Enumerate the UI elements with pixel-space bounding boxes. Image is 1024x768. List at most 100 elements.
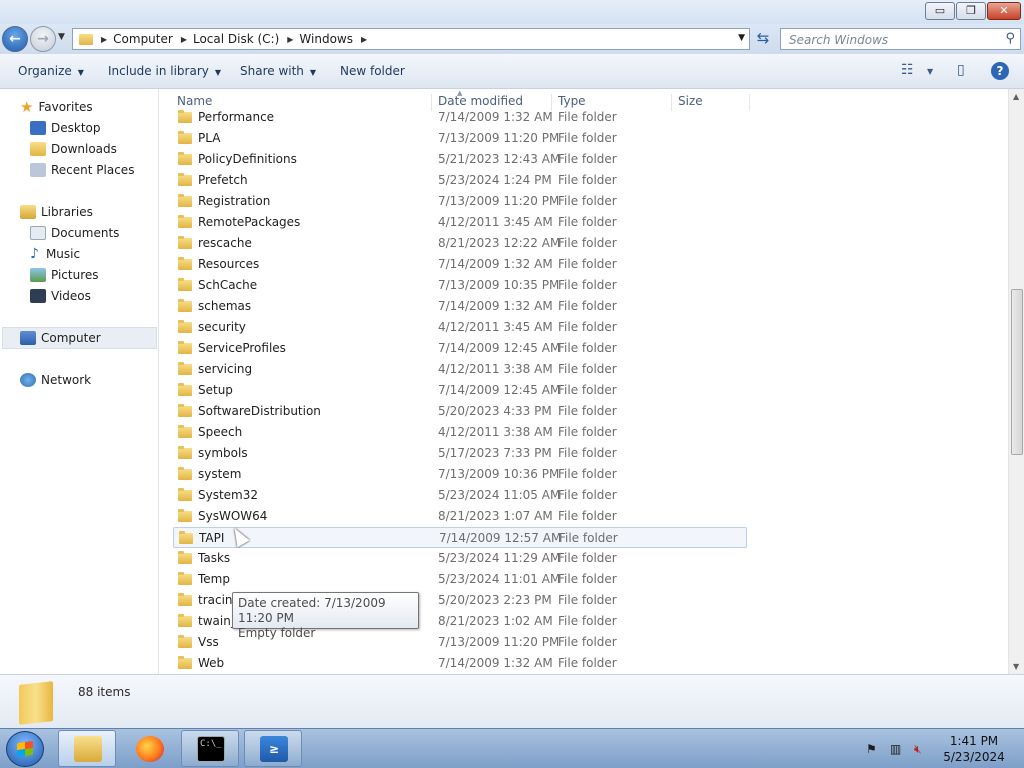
file-row[interactable]: servicing 4/12/2011 3:38 AM File folder bbox=[173, 359, 747, 380]
action-center-flag-icon[interactable]: ⚑ bbox=[866, 742, 877, 756]
file-row[interactable]: SoftwareDistribution 5/20/2023 4:33 PM Fil… bbox=[173, 401, 747, 422]
file-type: File folder bbox=[558, 173, 617, 187]
file-row[interactable]: SysWOW64 8/21/2023 1:07 AM File folder bbox=[173, 506, 747, 527]
address-dropdown-icon[interactable]: ▼ bbox=[738, 33, 745, 43]
file-row[interactable]: Registration 7/13/2009 11:20 PM File folde… bbox=[173, 191, 747, 212]
file-row[interactable]: ServiceProfiles 7/14/2009 12:45 AM File fo… bbox=[173, 338, 747, 359]
scroll-up-icon[interactable]: ▲ bbox=[1013, 92, 1019, 101]
file-row[interactable]: PLA 7/13/2009 11:20 PM File folder bbox=[173, 128, 747, 149]
include-in-library-button[interactable]: Include in library ▼ bbox=[108, 64, 221, 78]
preview-pane-button[interactable]: ▯ bbox=[957, 62, 965, 78]
nav-network[interactable]: Network bbox=[20, 370, 91, 390]
recent-pages-dropdown[interactable]: ▼ bbox=[58, 32, 65, 42]
search-icon[interactable]: ⚲ bbox=[1005, 31, 1015, 46]
file-row[interactable]: PolicyDefinitions 5/21/2023 12:43 AM File … bbox=[173, 149, 747, 170]
volume-muted-icon[interactable]: 🔇︎ bbox=[914, 742, 922, 757]
system-clock[interactable]: 1:41 PM 5/23/2024 bbox=[936, 733, 1012, 765]
nav-item-videos[interactable]: Videos bbox=[30, 286, 91, 306]
file-type: File folder bbox=[558, 404, 617, 418]
breadcrumb-arrow-icon[interactable]: ▶ bbox=[287, 35, 293, 44]
file-row[interactable]: symbols 5/17/2023 7:33 PM File folder bbox=[173, 443, 747, 464]
change-view-button[interactable]: ☷ bbox=[901, 62, 914, 78]
chevron-down-icon: ▼ bbox=[927, 67, 934, 76]
file-row[interactable]: system 7/13/2009 10:36 PM File folder bbox=[173, 464, 747, 485]
folder-icon bbox=[178, 425, 192, 438]
file-date-modified: 8/21/2023 1:02 AM bbox=[438, 614, 553, 628]
file-row[interactable]: Web 7/14/2009 1:32 AM File folder bbox=[173, 653, 747, 674]
minimize-button[interactable]: ▭ bbox=[925, 2, 955, 20]
file-name: PLA bbox=[198, 131, 221, 145]
tooltip-date-created: Date created: 7/13/2009 11:20 PM bbox=[238, 596, 386, 625]
view-options-dropdown[interactable]: ▼ bbox=[927, 67, 933, 76]
organize-button[interactable]: Organize ▼ bbox=[18, 64, 84, 78]
file-date-modified: 8/21/2023 1:07 AM bbox=[438, 509, 553, 523]
file-row[interactable]: Resources 7/14/2009 1:32 AM File folder bbox=[173, 254, 747, 275]
nav-favorites[interactable]: ★ Favorites bbox=[20, 97, 93, 117]
search-placeholder: Search Windows bbox=[789, 33, 889, 47]
search-input[interactable]: Search Windows ⚲ bbox=[780, 28, 1021, 50]
taskbar-firefox-button[interactable] bbox=[120, 730, 178, 767]
file-row[interactable]: RemotePackages 4/12/2011 3:45 AM File fold… bbox=[173, 212, 747, 233]
file-type: File folder bbox=[558, 236, 617, 250]
file-list: Performance 7/14/2009 1:32 AM File folder P… bbox=[160, 107, 1009, 674]
taskbar-explorer-button[interactable] bbox=[58, 730, 116, 767]
file-row[interactable]: schemas 7/14/2009 1:32 AM File folder bbox=[173, 296, 747, 317]
breadcrumb-arrow-icon[interactable]: ▶ bbox=[361, 35, 367, 44]
nav-item-desktop[interactable]: Desktop bbox=[30, 118, 101, 138]
refresh-button[interactable]: ⇆ bbox=[752, 28, 774, 50]
breadcrumb-arrow-icon[interactable]: ▶ bbox=[101, 35, 107, 44]
file-name: Web bbox=[198, 656, 225, 670]
nav-item-music[interactable]: ♪ Music bbox=[30, 244, 80, 264]
address-bar[interactable]: ▶ Computer ▶ Local Disk (C:) ▶ Windows ▶… bbox=[72, 28, 750, 50]
forward-button[interactable]: → bbox=[30, 26, 56, 52]
breadcrumb-local-disk[interactable]: Local Disk (C:) bbox=[193, 32, 279, 46]
file-row[interactable]: TAPI 7/14/2009 12:57 AM File folder bbox=[173, 527, 747, 548]
folder-icon bbox=[178, 173, 192, 186]
new-folder-button[interactable]: New folder bbox=[340, 64, 405, 78]
file-name: TAPI bbox=[199, 531, 225, 545]
start-button[interactable] bbox=[6, 731, 44, 767]
maximize-button[interactable]: ❐ bbox=[956, 2, 986, 20]
file-row[interactable]: Prefetch 5/23/2024 1:24 PM File folder bbox=[173, 170, 747, 191]
file-row[interactable]: Speech 4/12/2011 3:38 AM File folder bbox=[173, 422, 747, 443]
file-name: Temp bbox=[198, 572, 230, 586]
file-type: File folder bbox=[558, 572, 617, 586]
title-bar[interactable]: ▭ ❐ ✕ bbox=[0, 0, 1024, 24]
vertical-scrollbar[interactable]: ▲ ▼ bbox=[1008, 89, 1024, 674]
nav-item-recent-places[interactable]: Recent Places bbox=[30, 160, 134, 180]
breadcrumb-arrow-icon[interactable]: ▶ bbox=[181, 35, 187, 44]
nav-item-pictures[interactable]: Pictures bbox=[30, 265, 99, 285]
file-row[interactable]: rescache 8/21/2023 12:22 AM File folder bbox=[173, 233, 747, 254]
file-row[interactable]: System32 5/23/2024 11:05 AM File folder bbox=[173, 485, 747, 506]
help-button[interactable]: ? bbox=[991, 62, 1009, 80]
file-row[interactable]: Tasks 5/23/2024 11:29 AM File folder bbox=[173, 548, 747, 569]
file-row[interactable]: security 4/12/2011 3:45 AM File folder bbox=[173, 317, 747, 338]
file-row[interactable]: SchCache 7/13/2009 10:35 PM File folder bbox=[173, 275, 747, 296]
nav-item-downloads[interactable]: Downloads bbox=[30, 139, 117, 159]
details-pane: 88 items bbox=[0, 674, 1024, 728]
file-type: File folder bbox=[558, 341, 617, 355]
file-type: File folder bbox=[558, 194, 617, 208]
scroll-down-icon[interactable]: ▼ bbox=[1013, 662, 1019, 671]
taskbar-powershell-button[interactable]: ≥ bbox=[244, 730, 302, 767]
refresh-icon: ⇆ bbox=[756, 29, 770, 47]
file-row[interactable]: Setup 7/14/2009 12:45 AM File folder bbox=[173, 380, 747, 401]
taskbar-cmd-button[interactable]: C:\_ bbox=[181, 730, 239, 767]
nav-libraries[interactable]: Libraries bbox=[20, 202, 93, 222]
folder-icon bbox=[178, 362, 192, 375]
network-status-icon[interactable]: ▥ bbox=[890, 742, 901, 756]
file-type: File folder bbox=[558, 299, 617, 313]
scrollbar-thumb[interactable] bbox=[1011, 289, 1023, 455]
file-row[interactable]: Temp 5/23/2024 11:01 AM File folder bbox=[173, 569, 747, 590]
file-row[interactable]: Performance 7/14/2009 1:32 AM File folder bbox=[173, 107, 747, 128]
breadcrumb-computer[interactable]: Computer bbox=[113, 32, 173, 46]
file-date-modified: 5/23/2024 11:29 AM bbox=[438, 551, 561, 565]
nav-item-documents[interactable]: Documents bbox=[30, 223, 119, 243]
nav-computer[interactable]: Computer bbox=[20, 328, 101, 348]
computer-icon bbox=[20, 331, 36, 345]
folder-icon bbox=[178, 257, 192, 270]
back-button[interactable]: ← bbox=[2, 26, 28, 52]
close-button[interactable]: ✕ bbox=[987, 2, 1021, 20]
share-with-button[interactable]: Share with ▼ bbox=[240, 64, 316, 78]
breadcrumb-windows[interactable]: Windows bbox=[299, 32, 353, 46]
